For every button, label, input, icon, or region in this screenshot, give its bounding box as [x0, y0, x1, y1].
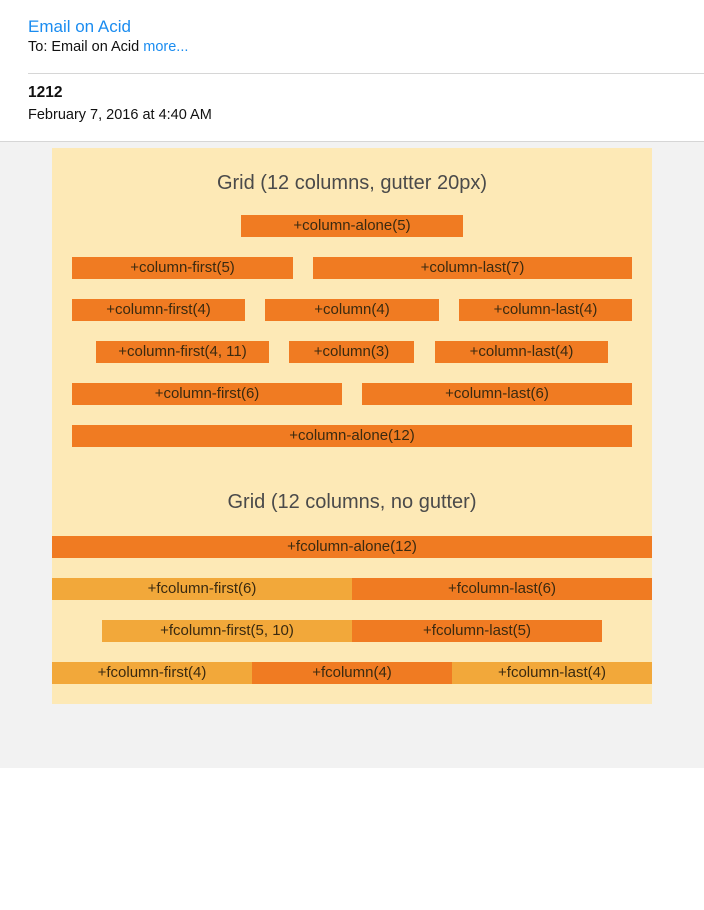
fgrid-cell: +fcolumn-alone(12) — [52, 536, 652, 558]
fgrid-cell: +fcolumn-last(4) — [452, 662, 652, 684]
grid-cell: +column-first(4) — [72, 299, 245, 321]
sender-name[interactable]: Email on Acid — [28, 17, 131, 37]
grid-cell: +column-last(6) — [362, 383, 632, 405]
grid-cell: +column-first(5) — [72, 257, 293, 279]
grid-cell: +column(4) — [265, 299, 439, 321]
email-subject: 1212 — [28, 84, 63, 101]
fgrid-cell: +fcolumn-first(6) — [52, 578, 352, 600]
email-header: Email on Acid To: Email on Acid more... … — [0, 0, 704, 142]
recipient-label: To: Email on Acid — [28, 39, 140, 55]
fgrid-cell: +fcolumn-first(4) — [52, 662, 252, 684]
grid-cell: +column-alone(12) — [72, 425, 632, 447]
header-divider — [28, 73, 704, 74]
grid-cell: +column-last(4) — [435, 341, 608, 363]
fgrid-cell: +fcolumn(4) — [252, 662, 452, 684]
grid-cell: +column-last(7) — [313, 257, 632, 279]
fgrid-cell: +fcolumn-first(5, 10) — [102, 620, 352, 642]
grid-gutter-title: Grid (12 columns, gutter 20px) — [216, 172, 488, 194]
more-link[interactable]: more... — [143, 39, 188, 55]
grid-cell: +column-alone(5) — [241, 215, 463, 237]
grid-cell: +column(3) — [289, 341, 414, 363]
grid-cell: +column-first(6) — [72, 383, 342, 405]
grid-demo-canvas: Grid (12 columns, gutter 20px) +column-a… — [52, 148, 652, 704]
grid-cell: +column-first(4, 11) — [96, 341, 269, 363]
recipient-line: To: Email on Acid more... — [28, 39, 188, 55]
fgrid-cell: +fcolumn-last(5) — [352, 620, 602, 642]
fgrid-cell: +fcolumn-last(6) — [352, 578, 652, 600]
email-body: Grid (12 columns, gutter 20px) +column-a… — [0, 142, 704, 768]
email-date: February 7, 2016 at 4:40 AM — [28, 107, 212, 123]
grid-cell: +column-last(4) — [459, 299, 632, 321]
grid-nogutter-title: Grid (12 columns, no gutter) — [227, 491, 477, 513]
